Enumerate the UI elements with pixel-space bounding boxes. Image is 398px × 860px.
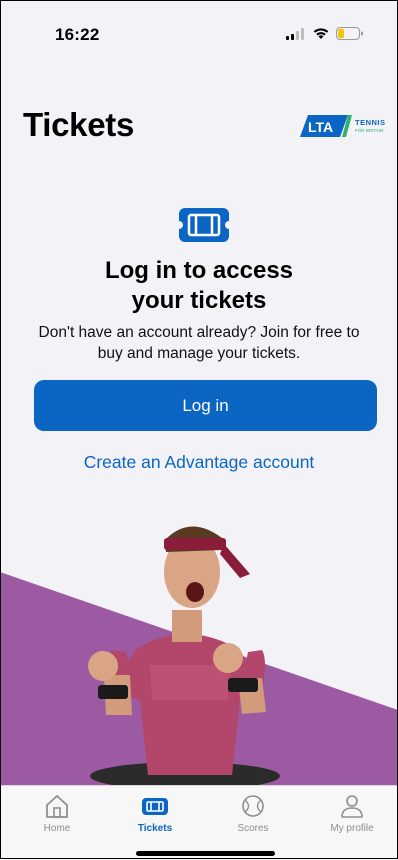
logo-text-side: TENNIS <box>355 118 386 127</box>
home-icon <box>46 795 68 818</box>
person-icon <box>341 795 363 818</box>
status-time: 16:22 <box>55 25 100 44</box>
tab-my-profile-label: My profile <box>330 823 374 834</box>
tab-scores-label: Scores <box>237 823 269 834</box>
ticket-icon <box>175 208 233 247</box>
cellular-icon <box>286 27 304 40</box>
tab-scores[interactable]: Scores <box>208 792 298 834</box>
tab-home-label: Home <box>43 823 71 834</box>
hero-heading-line2: your tickets <box>131 287 267 314</box>
hero-subtitle-line2: buy and manage your tickets. <box>97 345 301 362</box>
login-button[interactable]: Log in <box>34 380 377 431</box>
page-title: Tickets <box>23 106 135 143</box>
create-account-link[interactable]: Create an Advantage account <box>0 452 398 473</box>
logo-text-main: LTA <box>308 119 333 135</box>
home-indicator <box>136 851 275 856</box>
hero-subtitle-line1: Don't have an account already? Join for … <box>38 324 360 341</box>
tab-home[interactable]: Home <box>12 792 102 834</box>
tennis-ball-icon <box>242 795 264 817</box>
status-icons <box>286 27 364 40</box>
hero-heading-line1: Log in to access <box>104 257 294 284</box>
logo-text-small: FOR BRITAIN <box>355 128 383 133</box>
hero-subtitle: Don't have an account already? Join for … <box>30 322 368 364</box>
hero-heading: Log in to access your tickets <box>0 256 398 316</box>
battery-icon <box>336 27 363 40</box>
lta-logo: LTA TENNIS FOR BRITAIN <box>298 113 386 144</box>
status-bar: 16:22 <box>0 0 398 60</box>
tab-my-profile[interactable]: My profile <box>307 792 397 834</box>
tab-bar: Home Tickets Scores My profile <box>0 785 398 860</box>
tab-tickets[interactable]: Tickets <box>110 792 200 834</box>
ticket-icon <box>142 798 168 815</box>
athlete-illustration <box>0 526 398 790</box>
wifi-icon <box>313 28 329 39</box>
tab-tickets-label: Tickets <box>137 823 173 834</box>
